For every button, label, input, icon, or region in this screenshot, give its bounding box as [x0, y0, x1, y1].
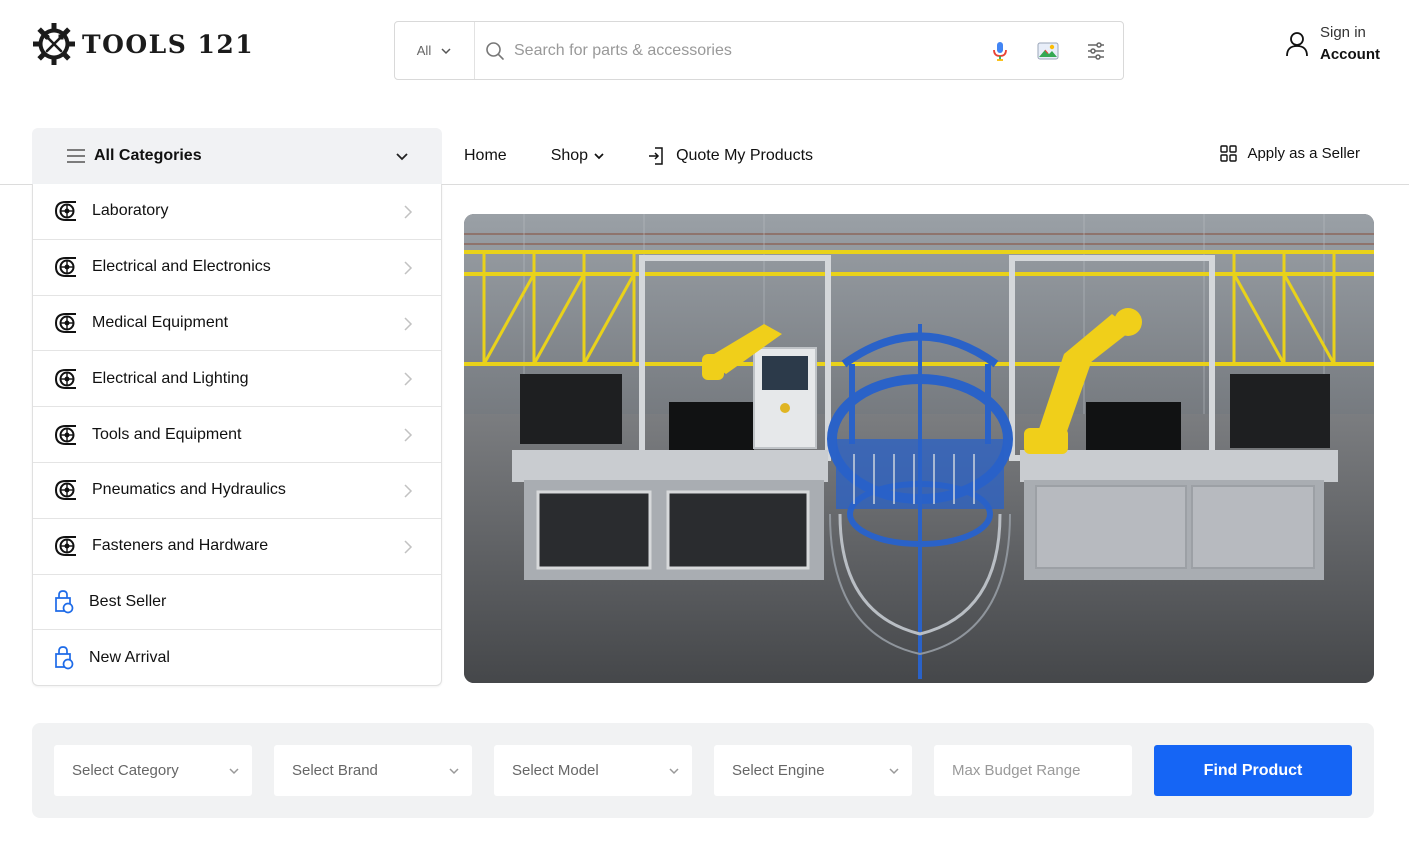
apply-seller-link[interactable]: Apply as a Seller — [1220, 145, 1360, 162]
search-input[interactable] — [505, 22, 989, 79]
chevron-right-icon — [404, 261, 413, 275]
category-label: Pneumatics and Hydraulics — [92, 481, 286, 499]
max-budget-placeholder: Max Budget Range — [952, 762, 1081, 779]
product-finder: Select Category Select Brand Select Mode… — [32, 723, 1374, 818]
chevron-down-icon — [889, 768, 899, 775]
category-item-pneumatics-hydraulics[interactable]: Pneumatics and Hydraulics — [33, 463, 441, 519]
chevron-down-icon — [669, 768, 679, 775]
shopping-bag-icon — [55, 646, 74, 670]
hero-factory-illustration — [464, 214, 1374, 683]
select-engine-dropdown[interactable]: Select Engine — [714, 745, 912, 796]
chevron-down-icon — [449, 768, 459, 775]
gear-coil-icon — [55, 424, 76, 445]
new-arrival-label: New Arrival — [89, 649, 170, 667]
best-seller-label: Best Seller — [89, 592, 167, 610]
account-label: Account — [1320, 46, 1380, 63]
select-category-dropdown[interactable]: Select Category — [54, 745, 252, 796]
gear-wrench-logo-icon — [33, 23, 75, 65]
category-item-laboratory[interactable]: Laboratory — [33, 184, 441, 240]
site-logo[interactable]: TOOLS 121 — [32, 22, 254, 66]
brand-name: TOOLS 121 — [82, 29, 255, 59]
select-engine-label: Select Engine — [732, 762, 825, 779]
category-item-tools-equipment[interactable]: Tools and Equipment — [33, 407, 441, 463]
select-category-label: Select Category — [72, 762, 179, 779]
category-item-electrical-electronics[interactable]: Electrical and Electronics — [33, 240, 441, 296]
category-label: Medical Equipment — [92, 313, 229, 331]
hero-banner[interactable] — [464, 214, 1374, 683]
category-item-electrical-lighting[interactable]: Electrical and Lighting — [33, 351, 441, 408]
apply-seller-label: Apply as a Seller — [1247, 145, 1360, 162]
category-label: Tools and Equipment — [92, 425, 242, 443]
hamburger-menu-icon — [67, 149, 85, 163]
select-model-label: Select Model — [512, 762, 599, 779]
category-item-fasteners-hardware[interactable]: Fasteners and Hardware — [33, 519, 441, 575]
search-bar: All — [394, 21, 1124, 80]
gear-coil-icon — [55, 312, 76, 333]
gear-coil-icon — [55, 480, 76, 501]
image-search-icon[interactable] — [1037, 40, 1059, 62]
gear-coil-icon — [55, 536, 76, 557]
best-seller-link[interactable]: Best Seller — [33, 575, 441, 631]
chevron-down-icon — [229, 768, 239, 775]
chevron-right-icon — [404, 205, 413, 219]
all-categories-label: All Categories — [94, 147, 202, 164]
category-label: Laboratory — [92, 202, 169, 220]
search-scope-dropdown[interactable]: All — [395, 22, 475, 79]
gear-coil-icon — [55, 257, 76, 278]
search-icon[interactable] — [485, 41, 505, 61]
new-arrival-link[interactable]: New Arrival — [33, 630, 441, 686]
nav-quote-link[interactable]: Quote My Products — [648, 147, 813, 165]
select-model-dropdown[interactable]: Select Model — [494, 745, 692, 796]
nav-home-label: Home — [464, 147, 507, 164]
nav-shop-label: Shop — [550, 147, 589, 164]
chevron-down-icon — [441, 47, 451, 54]
all-categories-toggle[interactable]: All Categories — [32, 128, 442, 184]
filter-sliders-icon[interactable] — [1085, 40, 1107, 62]
grid-icon — [1220, 145, 1238, 162]
gear-coil-icon — [55, 201, 76, 222]
category-label: Electrical and Lighting — [92, 369, 249, 387]
shopping-bag-icon — [55, 590, 74, 614]
chevron-right-icon — [404, 317, 413, 331]
gear-coil-icon — [55, 368, 76, 389]
chevron-right-icon — [404, 540, 413, 554]
category-label: Electrical and Electronics — [92, 258, 271, 276]
chevron-right-icon — [404, 372, 413, 386]
main-nav: Home Shop Quote My Products — [464, 142, 813, 170]
category-list: Laboratory Electrical and Electronics Me… — [32, 184, 442, 686]
nav-quote-label: Quote My Products — [676, 147, 814, 164]
category-label: Fasteners and Hardware — [92, 537, 269, 555]
microphone-icon[interactable] — [989, 40, 1011, 62]
select-brand-dropdown[interactable]: Select Brand — [274, 745, 472, 796]
sign-in-label: Sign in — [1320, 24, 1366, 41]
user-icon — [1286, 32, 1308, 57]
account-menu[interactable]: Sign in Account — [1285, 22, 1380, 66]
nav-home-link[interactable]: Home — [464, 147, 507, 165]
chevron-right-icon — [404, 484, 413, 498]
find-product-button[interactable]: Find Product — [1154, 745, 1352, 796]
search-scope-label: All — [416, 43, 432, 58]
chevron-down-icon — [396, 153, 408, 161]
login-arrow-icon — [649, 147, 663, 165]
max-budget-input[interactable]: Max Budget Range — [934, 745, 1132, 796]
chevron-right-icon — [404, 428, 413, 442]
chevron-down-icon — [594, 153, 604, 160]
select-brand-label: Select Brand — [292, 762, 378, 779]
nav-shop-link[interactable]: Shop — [551, 147, 605, 165]
category-item-medical-equipment[interactable]: Medical Equipment — [33, 296, 441, 352]
